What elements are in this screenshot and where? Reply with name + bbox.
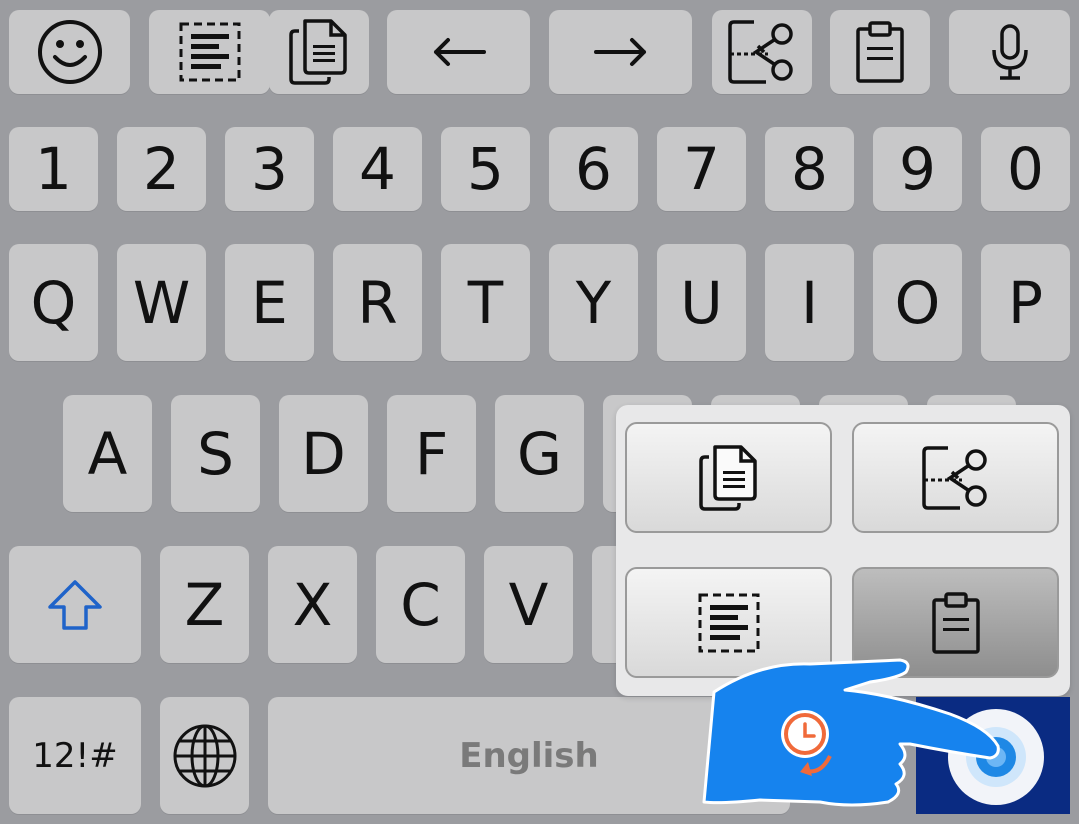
microphone-icon — [991, 24, 1028, 80]
key-label: Y — [575, 268, 612, 337]
key-o[interactable]: O — [873, 244, 962, 361]
key-v[interactable]: V — [484, 546, 573, 663]
key-label: E — [251, 268, 288, 337]
key-9[interactable]: 9 — [873, 127, 962, 211]
select-all-button[interactable] — [149, 10, 270, 94]
key-label: Q — [30, 268, 77, 337]
key-z[interactable]: Z — [160, 546, 249, 663]
key-r[interactable]: R — [333, 244, 422, 361]
key-4[interactable]: 4 — [333, 127, 422, 211]
key-label: 5 — [467, 135, 504, 203]
shift-arrow-icon — [48, 579, 102, 630]
language-button[interactable] — [160, 697, 249, 814]
key-label: A — [87, 419, 128, 488]
key-label: P — [1008, 268, 1043, 337]
key-label: C — [400, 570, 441, 639]
key-0[interactable]: 0 — [981, 127, 1070, 211]
clipboard-icon — [931, 591, 980, 654]
cut-icon — [921, 445, 987, 510]
key-label: 3 — [251, 135, 288, 203]
copy-icon — [698, 444, 757, 511]
key-c[interactable]: C — [376, 546, 465, 663]
key-label: T — [467, 268, 504, 337]
key-1[interactable]: 1 — [9, 127, 98, 211]
key-label: 9 — [899, 135, 936, 203]
key-d[interactable]: D — [279, 395, 368, 512]
key-x[interactable]: X — [268, 546, 357, 663]
symbols-label: 12!# — [32, 735, 118, 776]
emoji-button[interactable] — [9, 10, 130, 94]
cut-icon — [728, 20, 793, 84]
key-g[interactable]: G — [495, 395, 584, 512]
cursor-right-button[interactable] — [549, 10, 692, 94]
arrow-right-icon — [593, 38, 646, 66]
key-u[interactable]: U — [657, 244, 746, 361]
key-y[interactable]: Y — [549, 244, 638, 361]
key-label: 2 — [143, 135, 180, 203]
key-7[interactable]: 7 — [657, 127, 746, 211]
key-label: 8 — [791, 135, 828, 203]
popup-cut-button[interactable] — [852, 422, 1059, 533]
key-s[interactable]: S — [171, 395, 260, 512]
popup-copy-button[interactable] — [625, 422, 832, 533]
key-label: I — [800, 268, 819, 337]
key-label: 1 — [35, 135, 72, 203]
key-label: 4 — [359, 135, 396, 203]
clipboard-button[interactable] — [830, 10, 930, 94]
key-w[interactable]: W — [117, 244, 206, 361]
key-a[interactable]: A — [63, 395, 152, 512]
space-label: English — [459, 735, 599, 776]
key-e[interactable]: E — [225, 244, 314, 361]
key-8[interactable]: 8 — [765, 127, 854, 211]
cursor-left-button[interactable] — [387, 10, 530, 94]
key-6[interactable]: 6 — [549, 127, 638, 211]
cut-button[interactable] — [712, 10, 812, 94]
symbols-button[interactable]: 12!# — [9, 697, 141, 814]
select-all-icon — [698, 593, 759, 652]
key-label: 0 — [1007, 135, 1044, 203]
shift-button[interactable] — [9, 546, 141, 663]
key-label: 6 — [575, 135, 612, 203]
key-label: G — [517, 419, 562, 488]
key-f[interactable]: F — [387, 395, 476, 512]
globe-icon — [173, 724, 236, 787]
key-label: 7 — [683, 135, 720, 203]
arrow-left-icon — [433, 38, 486, 66]
key-q[interactable]: Q — [9, 244, 98, 361]
select-all-icon — [179, 22, 240, 82]
key-5[interactable]: 5 — [441, 127, 530, 211]
voice-input-button[interactable] — [949, 10, 1070, 94]
key-2[interactable]: 2 — [117, 127, 206, 211]
key-label: S — [197, 419, 234, 488]
key-label: O — [894, 268, 941, 337]
key-label: W — [132, 268, 191, 337]
key-label: D — [301, 419, 346, 488]
key-label: R — [357, 268, 398, 337]
copy-icon — [289, 19, 347, 85]
key-i[interactable]: I — [765, 244, 854, 361]
key-label: V — [508, 570, 549, 639]
key-label: Z — [184, 570, 225, 639]
copy-button[interactable] — [269, 10, 369, 94]
clipboard-icon — [856, 21, 904, 83]
emoji-icon — [37, 20, 102, 84]
long-press-hand-icon — [702, 658, 1000, 807]
key-3[interactable]: 3 — [225, 127, 314, 211]
key-label: U — [680, 268, 723, 337]
key-t[interactable]: T — [441, 244, 530, 361]
key-p[interactable]: P — [981, 244, 1070, 361]
key-label: F — [414, 419, 449, 488]
key-label: X — [292, 570, 333, 639]
